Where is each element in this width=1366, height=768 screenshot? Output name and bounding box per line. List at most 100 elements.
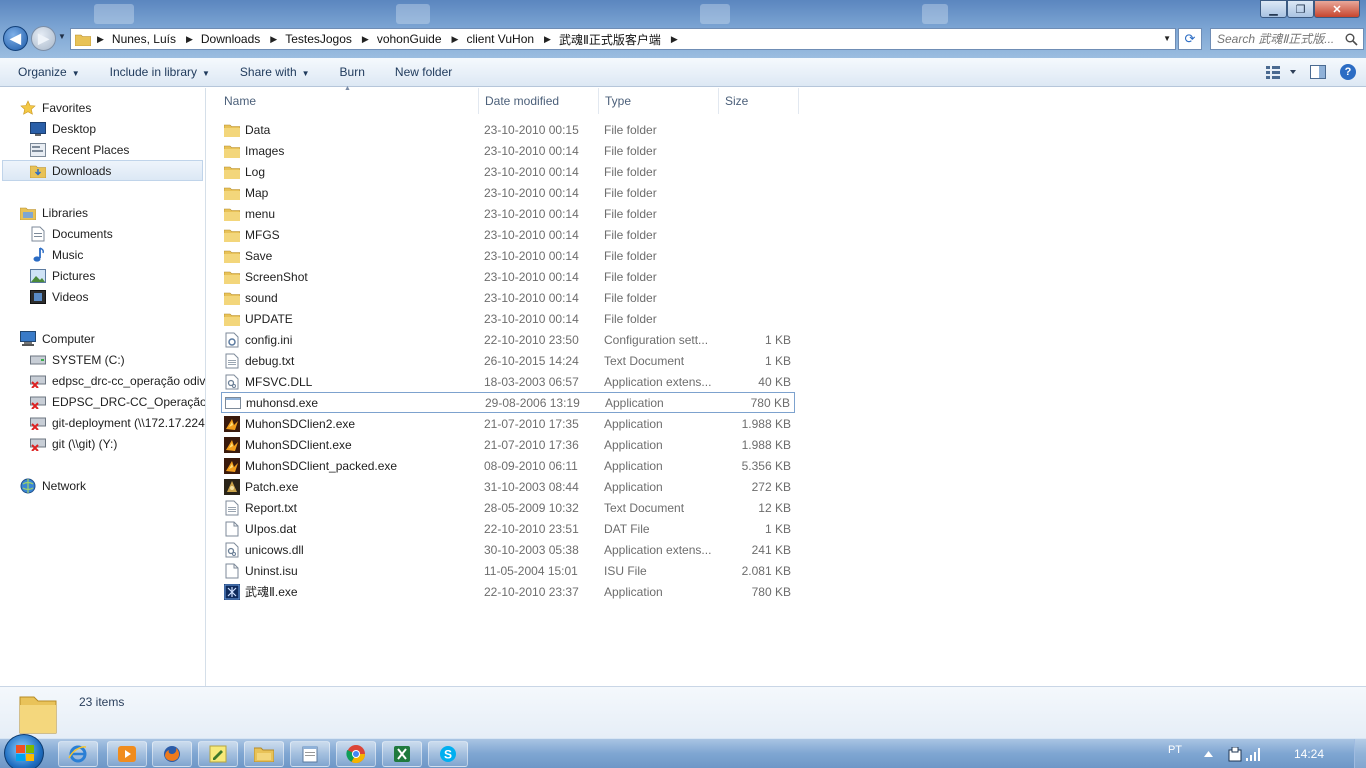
network-signal-icon[interactable] [1246, 748, 1262, 761]
close-button[interactable]: ✕ [1314, 0, 1360, 18]
forward-button[interactable]: ▶ [31, 26, 56, 51]
nav-libraries[interactable]: Libraries [20, 202, 88, 223]
file-row[interactable]: MuhonSDClien2.exe 21-07-2010 17:35 Applica… [221, 413, 795, 434]
column-divider[interactable] [478, 88, 479, 114]
nav-item-network-drive[interactable]: git (\\git) (Y:) [30, 433, 117, 454]
taskbar-firefox[interactable] [152, 741, 192, 767]
share-with-menu[interactable]: Share with ▼ [240, 65, 310, 79]
nav-item-pictures[interactable]: Pictures [30, 265, 95, 286]
file-row[interactable]: Save 23-10-2010 00:14 File folder [221, 245, 795, 266]
breadcrumb-separator-icon[interactable]: ▶ [544, 34, 551, 45]
file-row[interactable]: unicows.dll 30-10-2003 05:38 Application e… [221, 539, 795, 560]
breadcrumb-item[interactable]: 武魂Ⅱ正式版客户端 [559, 31, 661, 48]
column-header-date-modified[interactable]: Date modified [485, 88, 559, 114]
breadcrumb-item[interactable]: vohonGuide [377, 32, 442, 46]
show-hidden-icons-icon[interactable] [1204, 750, 1213, 758]
file-row[interactable]: Report.txt 28-05-2009 10:32 Text Document 1… [221, 497, 795, 518]
breadcrumb-item[interactable]: TestesJogos [285, 32, 352, 46]
file-row[interactable]: Uninst.isu 11-05-2004 15:01 ISU File 2.081 … [221, 560, 795, 581]
column-header-name[interactable]: Name [224, 88, 256, 114]
back-button[interactable]: ◀ [3, 26, 28, 51]
taskbar-file-explorer[interactable] [244, 741, 284, 767]
file-row[interactable]: Images 23-10-2010 00:14 File folder [221, 140, 795, 161]
taskbar-media-player[interactable] [107, 741, 147, 767]
file-row[interactable]: MFSVC.DLL 18-03-2003 06:57 Application ext… [221, 371, 795, 392]
file-row[interactable]: 武魂Ⅱ.exe 22-10-2010 23:37 Application 780 KB [221, 581, 795, 602]
refresh-button[interactable]: ⟳ [1178, 28, 1202, 50]
breadcrumb-item[interactable]: client VuHon [466, 32, 534, 46]
file-row[interactable]: MuhonSDClient_packed.exe 08-09-2010 06:11… [221, 455, 795, 476]
show-desktop-button[interactable] [1354, 739, 1366, 768]
taskbar-skype[interactable]: S [428, 741, 468, 767]
breadcrumb-item[interactable]: Downloads [201, 32, 260, 46]
action-center-icon[interactable] [1228, 747, 1242, 762]
file-row[interactable]: Map 23-10-2010 00:14 File folder [221, 182, 795, 203]
taskbar-internet-explorer[interactable] [58, 741, 98, 767]
column-divider[interactable] [718, 88, 719, 114]
nav-item-music[interactable]: Music [30, 244, 83, 265]
file-row[interactable]: UPDATE 23-10-2010 00:14 File folder [221, 308, 795, 329]
breadcrumb-separator-icon[interactable]: ▶ [452, 34, 459, 45]
nav-computer[interactable]: Computer [20, 328, 95, 349]
clock[interactable]: 14:24 [1294, 747, 1324, 761]
recent-pages-dropdown[interactable]: ▼ [58, 32, 66, 41]
nav-item-drive-c[interactable]: SYSTEM (C:) [30, 349, 125, 370]
column-header-size[interactable]: Size [725, 88, 748, 114]
nav-item-desktop[interactable]: Desktop [30, 118, 96, 139]
file-date-modified: 23-10-2010 00:14 [484, 227, 579, 242]
start-button[interactable] [4, 734, 44, 768]
file-name-cell: MFGS [224, 227, 280, 243]
taskbar-excel[interactable] [382, 741, 422, 767]
nav-item-recent-places[interactable]: Recent Places [30, 139, 129, 160]
breadcrumb-item[interactable]: Nunes, Luís [112, 32, 176, 46]
file-row[interactable]: MFGS 23-10-2010 00:14 File folder [221, 224, 795, 245]
nav-network[interactable]: Network [20, 475, 86, 496]
search-icon[interactable] [1345, 33, 1358, 46]
breadcrumb-separator-icon[interactable]: ▶ [362, 34, 369, 45]
address-dropdown[interactable]: ▼ [1163, 34, 1171, 43]
organize-menu[interactable]: Organize ▼ [18, 65, 80, 79]
breadcrumb-separator-icon[interactable]: ▶ [97, 34, 104, 45]
file-row[interactable]: UIpos.dat 22-10-2010 23:51 DAT File 1 KB [221, 518, 795, 539]
file-row[interactable]: menu 23-10-2010 00:14 File folder [221, 203, 795, 224]
preview-pane-icon[interactable] [1310, 65, 1326, 79]
search-box[interactable] [1210, 28, 1364, 50]
file-row[interactable]: config.ini 22-10-2010 23:50 Configuration … [221, 329, 795, 350]
new-folder-button[interactable]: New folder [395, 65, 452, 79]
blank-file-icon [224, 563, 240, 579]
breadcrumb-separator-icon[interactable]: ▶ [270, 34, 277, 45]
help-icon[interactable]: ? [1340, 64, 1356, 80]
nav-favorites[interactable]: Favorites [20, 97, 91, 118]
column-divider[interactable] [598, 88, 599, 114]
taskbar-notepad[interactable] [290, 741, 330, 767]
address-bar[interactable]: ▶ Nunes, Luís ▶ Downloads ▶ TestesJogos ▶ vohon… [70, 28, 1176, 50]
breadcrumb-separator-icon[interactable]: ▶ [671, 34, 678, 45]
file-row[interactable]: Data 23-10-2010 00:15 File folder [221, 119, 795, 140]
include-in-library-menu[interactable]: Include in library ▼ [110, 65, 210, 79]
column-divider[interactable] [798, 88, 799, 114]
nav-item-network-drive[interactable]: edpsc_drc-cc_operação odive [30, 370, 205, 391]
file-row[interactable]: debug.txt 26-10-2015 14:24 Text Document 1 … [221, 350, 795, 371]
nav-item-videos[interactable]: Videos [30, 286, 88, 307]
file-row[interactable]: ScreenShot 23-10-2010 00:14 File folder [221, 266, 795, 287]
nav-item-network-drive[interactable]: git-deployment (\\172.17.224 [30, 412, 205, 433]
taskbar-chrome[interactable] [336, 741, 376, 767]
breadcrumb-separator-icon[interactable]: ▶ [186, 34, 193, 45]
column-header-type[interactable]: Type [605, 88, 631, 114]
file-row[interactable]: Log 23-10-2010 00:14 File folder [221, 161, 795, 182]
file-row[interactable]: muhonsd.exe 29-08-2006 13:19 Application 78… [221, 392, 795, 413]
nav-item-documents[interactable]: Documents [30, 223, 113, 244]
file-size: 780 KB [751, 584, 791, 599]
minimize-button[interactable]: ▁ [1260, 0, 1287, 18]
file-row[interactable]: Patch.exe 31-10-2003 08:44 Application 272 … [221, 476, 795, 497]
search-input[interactable] [1217, 32, 1343, 46]
change-view-icon[interactable] [1266, 65, 1296, 79]
file-row[interactable]: sound 23-10-2010 00:14 File folder [221, 287, 795, 308]
burn-button[interactable]: Burn [340, 65, 365, 79]
nav-item-downloads[interactable]: Downloads [2, 160, 203, 181]
nav-item-network-drive[interactable]: EDPSC_DRC-CC_Operação Se [30, 391, 205, 412]
maximize-button[interactable]: ❐ [1287, 0, 1314, 18]
taskbar-sticky-notes[interactable] [198, 741, 238, 767]
file-row[interactable]: MuhonSDClient.exe 21-07-2010 17:36 Applica… [221, 434, 795, 455]
language-indicator[interactable]: PT [1168, 744, 1182, 756]
